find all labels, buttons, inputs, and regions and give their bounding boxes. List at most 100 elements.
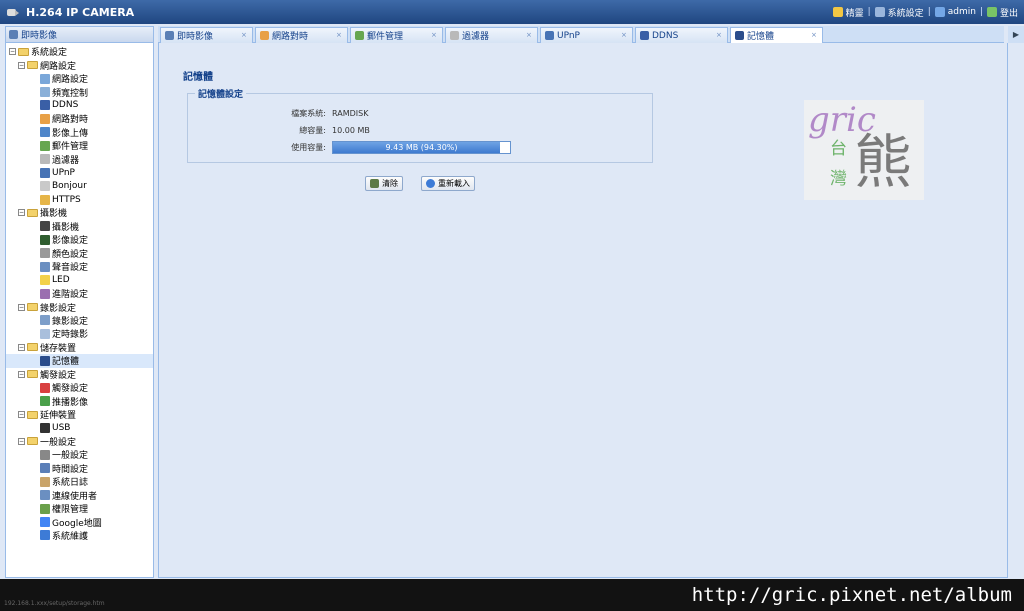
tree-item[interactable]: 一般設定 <box>6 448 153 461</box>
watermark-logo: gric 台 灣 熊 <box>804 100 924 200</box>
tree-item[interactable]: Google地圖 <box>6 515 153 529</box>
tree-folder[interactable]: − 一般設定 <box>6 435 153 448</box>
tree-item-icon <box>40 194 50 205</box>
tree-item[interactable]: 顏色設定 <box>6 247 153 260</box>
close-tab-icon[interactable]: × <box>621 32 628 39</box>
tree-item[interactable]: 系統日誌 <box>6 475 153 488</box>
tree-item[interactable]: 觸發設定 <box>6 381 153 394</box>
tree-item-label: 觸發設定 <box>40 370 77 381</box>
tree-item[interactable]: 過濾器 <box>6 153 153 166</box>
tree-item[interactable]: 系統維護 <box>6 529 153 542</box>
collapse-toggle-icon[interactable]: − <box>18 411 25 419</box>
tree-item-label: 網路設定 <box>52 75 89 86</box>
tree-item[interactable]: Bonjour <box>6 179 153 192</box>
tree-item[interactable]: 權限管理 <box>6 502 153 515</box>
tree-item-icon <box>40 463 50 474</box>
watermark-bar: 192.168.1.xxx/setup/storage.htm http://g… <box>0 579 1024 611</box>
app-title: H.264 IP CAMERA <box>26 5 135 19</box>
tree-folder[interactable]: − 系統設定 <box>6 45 153 58</box>
tree-folder[interactable]: − 觸發設定 <box>6 368 153 381</box>
tree-item-label: 系統設定 <box>31 48 68 59</box>
tree-item-label: 錄影設定 <box>40 303 77 314</box>
collapse-toggle-icon[interactable]: − <box>18 61 25 69</box>
nav-panel-header[interactable]: 即時影像 <box>6 27 153 43</box>
close-tab-icon[interactable]: × <box>336 32 343 39</box>
tree-item-label: 聲音設定 <box>52 263 89 274</box>
collapse-toggle-icon[interactable]: − <box>18 303 25 311</box>
tree-item-label: 攝影機 <box>52 222 80 233</box>
tree-folder[interactable]: − 網路設定 <box>6 58 153 72</box>
collapse-toggle-icon[interactable]: − <box>18 343 25 351</box>
tree-item-label: 影像上傳 <box>52 128 89 139</box>
tree-item-label: 顏色設定 <box>52 249 89 260</box>
tree-item-label: 一般設定 <box>52 451 89 462</box>
tab-live-view[interactable]: 即時影像 × <box>160 27 253 43</box>
tree-item-icon <box>40 490 50 501</box>
tree-folder[interactable]: − 儲存裝置 <box>6 341 153 354</box>
tab-upnp[interactable]: UPnP × <box>540 27 633 43</box>
tree-item[interactable]: USB <box>6 421 153 434</box>
tree-item-icon <box>40 355 50 366</box>
tab-memory[interactable]: 記憶體 × <box>730 27 823 43</box>
tree-item[interactable]: 錄影設定 <box>6 314 153 327</box>
tree-folder[interactable]: − 錄影設定 <box>6 300 153 314</box>
tree-item-icon <box>40 87 50 98</box>
tree-item-label: 一般設定 <box>40 437 77 448</box>
tree-item-label: 郵件管理 <box>52 142 89 153</box>
tree-item[interactable]: UPnP <box>6 166 153 179</box>
tree-item[interactable]: 聲音設定 <box>6 260 153 273</box>
tree-item-icon <box>40 221 50 232</box>
tree-item[interactable]: 定時錄影 <box>6 327 153 340</box>
admin-link[interactable]: admin <box>934 7 976 17</box>
tree-item-label: 錄影設定 <box>52 316 89 327</box>
wizard-link[interactable]: 精靈 <box>832 6 864 19</box>
close-tab-icon[interactable]: × <box>811 32 818 39</box>
collapse-toggle-icon[interactable]: − <box>18 209 25 217</box>
tree-item[interactable]: 推播影像 <box>6 394 153 408</box>
tree-item[interactable]: 網路設定 <box>6 72 153 85</box>
tree-item[interactable]: 攝影機 <box>6 220 153 233</box>
close-tab-icon[interactable]: × <box>526 32 533 39</box>
settings-link[interactable]: 系統設定 <box>874 6 924 19</box>
tree-item[interactable]: 連線使用者 <box>6 488 153 502</box>
tree-item[interactable]: 影像設定 <box>6 233 153 246</box>
tree-item[interactable]: 頻寬控制 <box>6 85 153 99</box>
tab-label: 郵件管理 <box>367 32 404 42</box>
tab-ddns[interactable]: DDNS × <box>635 27 728 43</box>
tree-folder[interactable]: − 攝影機 <box>6 206 153 219</box>
tree-item-icon <box>40 167 50 178</box>
tree-item[interactable]: DDNS <box>6 99 153 112</box>
tree-item[interactable]: 網路對時 <box>6 112 153 125</box>
tree-item[interactable]: HTTPS <box>6 193 153 206</box>
tree-item-icon <box>40 530 50 541</box>
collapse-toggle-icon[interactable]: − <box>9 48 16 56</box>
close-tab-icon[interactable]: × <box>716 32 723 39</box>
tree-item[interactable]: 影像上傳 <box>6 126 153 139</box>
usage-progress-bar: 9.43 MB (94.30%) <box>332 140 511 154</box>
nav-tree: − 系統設定 − 網路設定 網路設定 頻寬控制 DDNS 網路對時 影像上傳 郵件管理 過濾器 UPn… <box>6 43 153 542</box>
tab-ntp[interactable]: 網路對時 × <box>255 27 348 43</box>
clear-button[interactable]: 清除 <box>365 176 403 191</box>
filesystem-row: 檔案系統: RAMDISK <box>188 106 654 120</box>
tree-folder[interactable]: − 延伸裝置 <box>6 408 153 421</box>
tree-item-label: UPnP <box>52 167 75 178</box>
tree-item[interactable]: 時間設定 <box>6 462 153 475</box>
collapse-toggle-icon[interactable]: − <box>18 370 25 378</box>
tree-item-icon <box>40 100 50 111</box>
close-tab-icon[interactable]: × <box>431 32 438 39</box>
tab-filter[interactable]: 過濾器 × <box>445 27 538 43</box>
tree-item-icon <box>40 181 50 192</box>
filesystem-label: 檔案系統: <box>291 108 326 118</box>
tree-item[interactable]: 進階設定 <box>6 287 153 300</box>
reload-button[interactable]: 重新載入 <box>421 176 475 191</box>
tab-scroll-right-button[interactable]: ▶ <box>1008 26 1024 43</box>
tab-mail[interactable]: 郵件管理 × <box>350 27 443 43</box>
logout-link[interactable]: 登出 <box>986 6 1018 19</box>
close-tab-icon[interactable]: × <box>241 32 248 39</box>
tree-item[interactable]: LED <box>6 273 153 286</box>
tree-item[interactable]: 郵件管理 <box>6 139 153 152</box>
top-link-separator: | <box>979 7 983 17</box>
tree-item[interactable]: 記憶體 <box>6 354 153 368</box>
collapse-toggle-icon[interactable]: − <box>18 437 25 445</box>
tree-item-label: 進階設定 <box>52 290 89 301</box>
